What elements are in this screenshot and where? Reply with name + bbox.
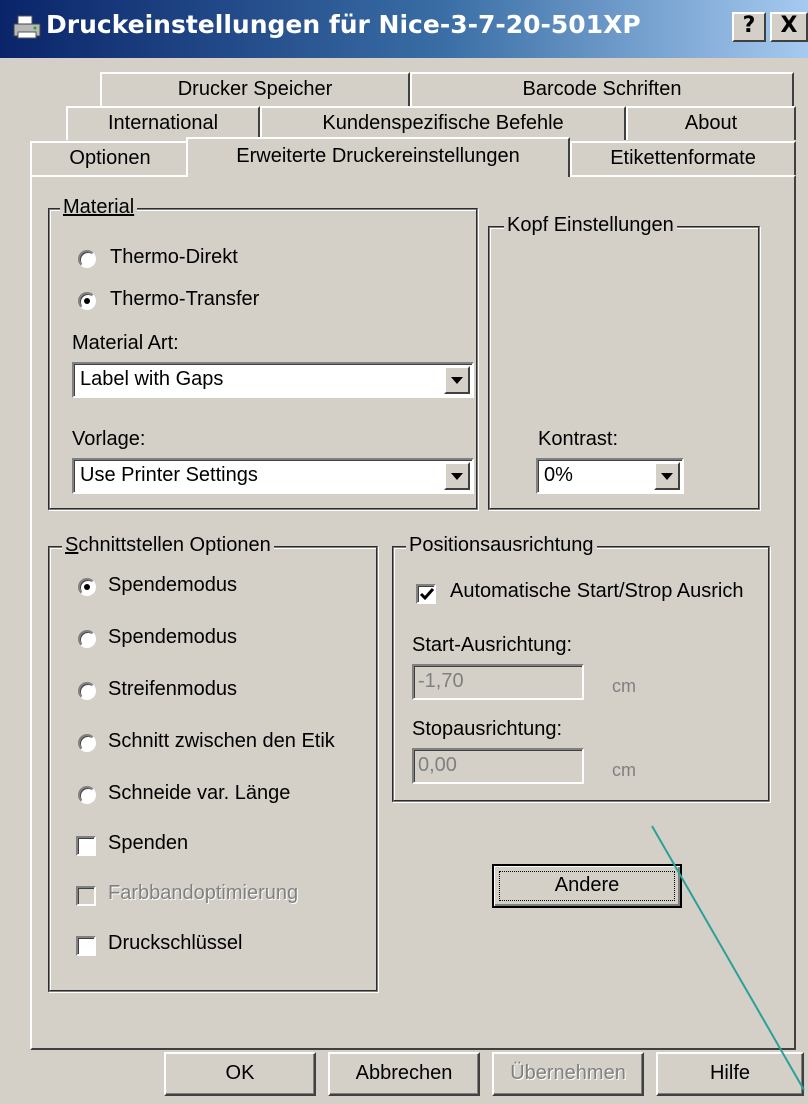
spendemodus-label-2: Spendemodus (108, 626, 237, 648)
schnitt-zwischen-radio[interactable] (78, 734, 96, 752)
close-button[interactable]: X (770, 12, 808, 42)
thermo-direkt-label: Thermo-Direkt (110, 246, 238, 268)
window-title: Druckeinstellungen für Nice-3-7-20-501XP (46, 10, 641, 39)
chevron-down-icon[interactable] (444, 366, 470, 394)
kontrast-select[interactable]: 0% (536, 458, 684, 494)
help-button[interactable]: ? (732, 12, 766, 42)
stopausrichtung-label: Stopausrichtung: (412, 718, 563, 740)
tab-drucker-speicher[interactable]: Drucker Speicher (100, 72, 410, 106)
thermo-direkt-radio[interactable] (78, 250, 96, 268)
stop-unit: cm (612, 760, 636, 780)
spendemodus-radio-1[interactable] (78, 578, 96, 596)
material-group-title: Material (60, 196, 138, 219)
vorlage-label: Vorlage: (72, 428, 146, 450)
kontrast-label: Kontrast: (538, 428, 619, 450)
schnittstellen-group (48, 546, 378, 992)
auto-ausrichtung-label: Automatische Start/Strop Ausrich (450, 580, 744, 602)
spenden-checkbox[interactable] (76, 836, 96, 856)
thermo-transfer-radio[interactable] (78, 292, 96, 310)
tab-erweiterte-druckereinstellungen[interactable]: Erweiterte Druckereinstellungen (186, 137, 570, 177)
thermo-transfer-label: Thermo-Transfer (110, 288, 260, 310)
andere-button[interactable]: Andere (492, 864, 682, 908)
schnitt-zwischen-label: Schnitt zwischen den Etik (108, 730, 335, 752)
spenden-label: Spenden (108, 832, 189, 854)
chevron-down-icon[interactable] (444, 462, 470, 490)
start-ausrichtung-label: Start-Ausrichtung: (412, 634, 573, 656)
farbbandoptimierung-checkbox[interactable] (76, 886, 96, 906)
tab-optionen[interactable]: Optionen (30, 141, 190, 175)
farbbandoptimierung-label: Farbbandoptimierung (108, 882, 299, 904)
auto-ausrichtung-checkbox[interactable] (416, 584, 436, 604)
vorlage-select[interactable]: Use Printer Settings (72, 458, 474, 494)
tab-etikettenformate[interactable]: Etikettenformate (570, 141, 796, 175)
tab-barcode-schriften[interactable]: Barcode Schriften (410, 72, 794, 106)
druckschluessel-checkbox[interactable] (76, 936, 96, 956)
cancel-button[interactable]: Abbrechen (328, 1052, 480, 1096)
tab-international[interactable]: International (66, 106, 260, 140)
spendemodus-label-1: Spendemodus (108, 574, 237, 596)
material-art-select[interactable]: Label with Gaps (72, 362, 474, 398)
chevron-down-icon[interactable] (654, 462, 680, 490)
material-art-label: Material Art: (72, 332, 179, 354)
apply-button[interactable]: Übernehmen (492, 1052, 644, 1096)
schneide-var-laenge-label: Schneide var. Länge (108, 782, 291, 804)
start-ausrichtung-field[interactable]: -1,70 (412, 664, 584, 700)
kopf-group-title: Kopf Einstellungen (504, 214, 677, 237)
schneide-var-laenge-radio[interactable] (78, 786, 96, 804)
stopausrichtung-field[interactable]: 0,00 (412, 748, 584, 784)
help-footer-button[interactable]: Hilfe (656, 1052, 804, 1096)
spendemodus-radio-2[interactable] (78, 630, 96, 648)
checkmark-icon (419, 588, 435, 601)
schnittstellen-group-title: Schnittstellen Optionen (62, 534, 274, 557)
position-group-title: Positionsausrichtung (406, 534, 597, 557)
start-unit: cm (612, 676, 636, 696)
streifenmodus-label: Streifenmodus (108, 678, 237, 700)
streifenmodus-radio[interactable] (78, 682, 96, 700)
ok-button[interactable]: OK (164, 1052, 316, 1096)
druckschluessel-label: Druckschlüssel (108, 932, 243, 954)
printer-icon (12, 14, 42, 42)
tab-about[interactable]: About (626, 106, 796, 140)
tab-kundenspezifische-befehle[interactable]: Kundenspezifische Befehle (260, 106, 626, 140)
